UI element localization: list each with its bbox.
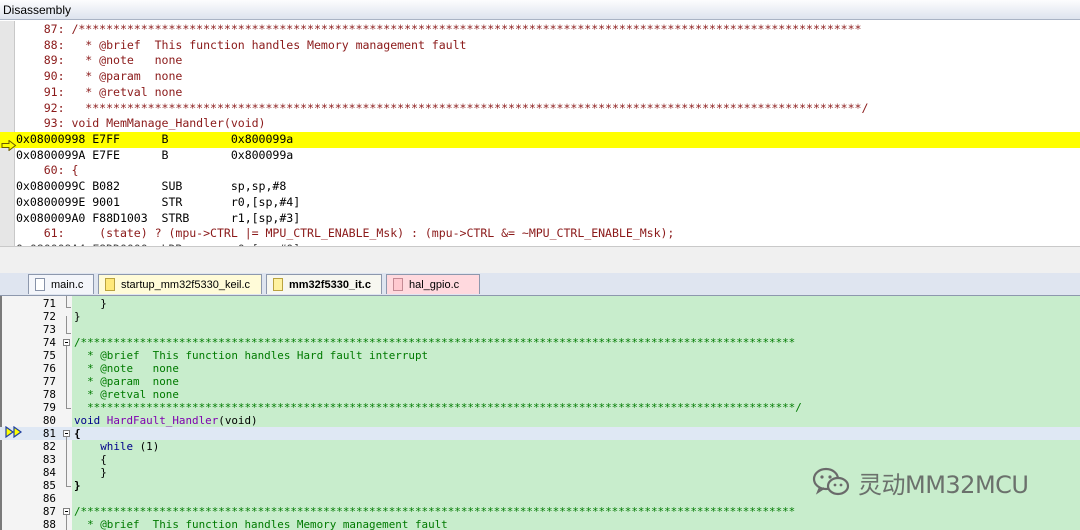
disassembly-view[interactable]: 87: /***********************************… [0, 21, 1080, 246]
function-name: HardFault_Handler [106, 414, 219, 427]
code-line[interactable]: 73 [0, 323, 1080, 336]
code-line[interactable]: 71 } [0, 297, 1080, 310]
source-editor[interactable]: 71 } 72} 73 74 /*************************… [0, 296, 1080, 530]
fold-toggle-icon[interactable] [63, 339, 70, 346]
code-line[interactable]: 87 /*************************************… [0, 505, 1080, 518]
code-text: * @param none [74, 375, 179, 388]
line-number: 86 [42, 492, 56, 505]
line-number: 87 [42, 505, 56, 518]
tab-hal-gpio-c[interactable]: hal_gpio.c [386, 274, 480, 294]
line-number: 73 [42, 323, 56, 336]
disassembly-line[interactable]: 89: * @note none [16, 53, 1080, 69]
code-text: } [74, 297, 107, 310]
fold-end [66, 486, 71, 487]
code-line[interactable]: 88 * @brief This function handles Memory… [0, 518, 1080, 530]
code-text: } [74, 310, 81, 323]
panel-splitter[interactable] [0, 246, 1080, 274]
line-number: 88 [42, 518, 56, 530]
disassembly-line[interactable]: 92: ************************************… [16, 101, 1080, 117]
code-line[interactable]: 79 *************************************… [0, 401, 1080, 414]
fold-guide [66, 515, 67, 530]
current-code-line[interactable]: 81 { [0, 427, 1080, 440]
line-number: 83 [42, 453, 56, 466]
code-line[interactable]: 72} [0, 310, 1080, 323]
fold-end [66, 408, 71, 409]
disassembly-title: Disassembly [0, 0, 1080, 20]
fold-end [66, 333, 71, 334]
code-text: /***************************************… [74, 336, 796, 349]
wechat-icon [812, 467, 850, 496]
line-number: 79 [42, 401, 56, 414]
tab-main-c[interactable]: main.c [28, 274, 94, 294]
execution-pointer-icon [5, 426, 23, 438]
fold-guide [66, 346, 67, 408]
tab-label: mm32f5330_it.c [289, 279, 371, 291]
line-number: 77 [42, 375, 56, 388]
tab-startup-c[interactable]: startup_mm32f5330_keil.c [98, 274, 262, 294]
fold-guide [66, 296, 67, 307]
disassembly-line[interactable]: 0x0800099C B082 SUB sp,sp,#8 [16, 179, 1080, 195]
code-line[interactable]: 77 * @param none [0, 375, 1080, 388]
code-text: * @retval none [74, 388, 179, 401]
code-text: } [74, 479, 81, 492]
fold-toggle-icon[interactable] [63, 508, 70, 515]
keyword: void [74, 414, 107, 427]
file-icon [105, 278, 115, 291]
code-line[interactable]: 80 void HardFault_Handler(void) [0, 414, 1080, 427]
disassembly-line[interactable]: 0x080009A0 F88D1003 STRB r1,[sp,#3] [16, 211, 1080, 227]
line-number: 80 [42, 414, 56, 427]
code-text: * @note none [74, 362, 179, 375]
line-number: 81 [42, 427, 56, 440]
watermark-text: 灵动MM32MCU [858, 470, 1029, 499]
disassembly-current-line[interactable]: 0x08000998 E7FF B 0x800099a [0, 132, 1080, 148]
disassembly-line[interactable]: 88: * @brief This function handles Memor… [16, 38, 1080, 54]
code-line[interactable]: 75 * @brief This function handles Hard f… [0, 349, 1080, 362]
disassembly-line[interactable]: 90: * @param none [16, 69, 1080, 85]
line-number: 76 [42, 362, 56, 375]
tab-mm32f5330-it-c[interactable]: mm32f5330_it.c [266, 274, 382, 294]
tab-label: startup_mm32f5330_keil.c [121, 279, 251, 291]
fold-guide [66, 437, 67, 486]
line-number: 78 [42, 388, 56, 401]
code-text: ****************************************… [74, 401, 802, 414]
code-text: * @brief This function handles Memory ma… [74, 518, 448, 530]
fold-toggle-icon[interactable] [63, 430, 70, 437]
disassembly-line[interactable]: 91: * @retval none [16, 85, 1080, 101]
line-number: 84 [42, 466, 56, 479]
code-line[interactable]: 74 /*************************************… [0, 336, 1080, 349]
code-text: (void) [218, 414, 258, 427]
file-icon [273, 278, 283, 291]
code-text: (1) [139, 440, 160, 453]
code-line[interactable]: 82 while (1) [0, 440, 1080, 453]
fold-guide [66, 316, 67, 334]
code-line[interactable]: 78 * @retval none [0, 388, 1080, 401]
code-text: { [74, 427, 81, 440]
tab-label: hal_gpio.c [409, 279, 460, 291]
code-text: } [74, 466, 107, 479]
file-icon [35, 278, 45, 291]
editor-tab-bar: main.c startup_mm32f5330_keil.c mm32f533… [0, 273, 1080, 296]
code-text: /***************************************… [74, 505, 796, 518]
disassembly-line[interactable]: 93: void MemManage_Handler(void) [16, 116, 1080, 132]
watermark: 灵动MM32MCU [812, 464, 1029, 500]
current-instruction-arrow-icon [1, 140, 17, 151]
disassembly-line[interactable]: 0x0800099A E7FE B 0x800099a [16, 148, 1080, 164]
line-number: 72 [42, 310, 56, 323]
code-text: { [74, 453, 107, 466]
keyword: while [74, 440, 140, 453]
tab-label: main.c [51, 279, 84, 291]
line-number: 71 [42, 297, 56, 310]
disassembly-line[interactable]: 60: { [16, 163, 1080, 179]
line-number: 74 [42, 336, 56, 349]
line-number: 85 [42, 479, 56, 492]
code-line[interactable]: 76 * @note none [0, 362, 1080, 375]
code-text: * @brief This function handles Hard faul… [74, 349, 429, 362]
line-number: 75 [42, 349, 56, 362]
disassembly-line[interactable]: 87: /***********************************… [16, 22, 1080, 38]
fold-end [66, 307, 71, 308]
line-number: 82 [42, 440, 56, 453]
file-icon [393, 278, 403, 291]
disassembly-line[interactable]: 61: (state) ? (mpu->CTRL |= MPU_CTRL_ENA… [16, 226, 1080, 242]
disassembly-line[interactable]: 0x0800099E 9001 STR r0,[sp,#4] [16, 195, 1080, 211]
